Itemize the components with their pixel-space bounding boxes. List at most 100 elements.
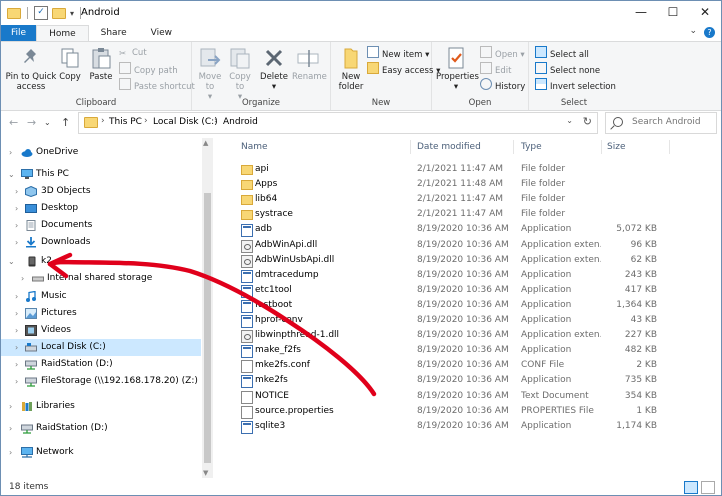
table-row[interactable]: dmtracedump 8/19/2020 10:36 AM Application…	[223, 268, 719, 283]
chevron-right-icon[interactable]: ›	[15, 234, 18, 251]
table-row[interactable]: systrace 2/1/2021 11:47 AM File folder	[223, 207, 719, 222]
table-row[interactable]: AdbWinUsbApi.dll 8/19/2020 10:36 AM Applic…	[223, 253, 719, 268]
tab-view[interactable]: View	[139, 25, 184, 41]
nav-item-filestorage-z[interactable]: › FileStorage (\\192.168.178.20) (Z:)	[1, 373, 201, 390]
table-row[interactable]: adb 8/19/2020 10:36 AM Application 5,072 KB	[223, 222, 719, 238]
delete-button[interactable]: Delete ▾	[260, 46, 288, 92]
address-history-dropdown-icon[interactable]: ⌄	[566, 116, 573, 125]
column-resize-handle[interactable]	[513, 140, 514, 154]
scroll-down-icon[interactable]: ▼	[203, 469, 208, 477]
chevron-right-icon[interactable]: ›	[15, 183, 18, 200]
column-resize-handle[interactable]	[601, 140, 602, 154]
nav-item-raidstation-d-2[interactable]: › RaidStation (D:)	[1, 420, 201, 437]
chevron-right-icon[interactable]: ›	[21, 270, 24, 287]
maximize-button[interactable]: ☐	[657, 1, 689, 23]
table-row[interactable]: AdbWinApi.dll 8/19/2020 10:36 AM Applicati…	[223, 238, 719, 253]
minimize-button[interactable]: —	[625, 1, 657, 23]
up-arrow-icon[interactable]: ↑	[61, 116, 70, 129]
paste-shortcut-button[interactable]: Paste shortcut	[119, 78, 195, 92]
column-resize-handle[interactable]	[669, 140, 670, 154]
nav-item-3d-objects[interactable]: › 3D Objects	[1, 183, 201, 200]
refresh-icon[interactable]: ↻	[583, 115, 592, 128]
chevron-down-icon[interactable]: ⌄	[8, 166, 15, 183]
chevron-right-icon[interactable]: ›	[15, 322, 18, 339]
nav-item-libraries[interactable]: › Libraries	[1, 398, 201, 415]
column-resize-handle[interactable]	[410, 140, 411, 154]
table-row[interactable]: lib64 2/1/2021 11:47 AM File folder	[223, 192, 719, 207]
easy-access-button[interactable]: Easy access ▾	[367, 62, 440, 76]
table-row[interactable]: NOTICE 8/19/2020 10:36 AM Text Document 354…	[223, 389, 719, 404]
table-row[interactable]: source.properties 8/19/2020 10:36 AM PROPE…	[223, 404, 719, 419]
move-to-button[interactable]: Move to ▾	[196, 46, 224, 102]
search-box[interactable]	[605, 112, 717, 134]
chevron-right-icon[interactable]: ›	[15, 373, 18, 390]
table-row[interactable]: api 2/1/2021 11:47 AM File folder	[223, 162, 719, 177]
table-row[interactable]: fastboot 8/19/2020 10:36 AM Application 1,3…	[223, 298, 719, 313]
column-header-type[interactable]: Type	[521, 138, 542, 156]
forward-arrow-icon[interactable]: →	[27, 116, 36, 129]
scroll-up-icon[interactable]: ▲	[203, 139, 208, 147]
nav-item-downloads[interactable]: › Downloads	[1, 234, 201, 251]
select-all-button[interactable]: Select all	[535, 46, 589, 60]
search-input[interactable]	[632, 115, 712, 129]
chevron-right-icon[interactable]: ›	[9, 144, 12, 161]
address-bar[interactable]: › This PC › Local Disk (C:) › Android ⌄ …	[78, 112, 598, 134]
large-icons-view-icon[interactable]	[701, 481, 715, 494]
nav-item-local-disk-c[interactable]: › Local Disk (C:)	[1, 339, 201, 356]
breadcrumb-chevron-icon[interactable]: ›	[214, 116, 218, 126]
tab-share[interactable]: Share	[89, 25, 139, 41]
breadcrumb-android[interactable]: Android	[223, 117, 258, 127]
table-row[interactable]: make_f2fs 8/19/2020 10:36 AM Application 48…	[223, 343, 719, 359]
new-folder-quick-icon[interactable]	[52, 7, 66, 19]
chevron-right-icon[interactable]: ›	[15, 288, 18, 305]
nav-item-desktop[interactable]: › Desktop	[1, 200, 201, 217]
open-button[interactable]: Open ▾	[480, 46, 525, 60]
new-folder-button[interactable]: New folder	[335, 46, 367, 92]
table-row[interactable]: sqlite3 8/19/2020 10:36 AM Application 1,17…	[223, 419, 719, 434]
rename-button[interactable]: Rename	[292, 46, 327, 82]
copy-to-button[interactable]: Copy to ▾	[226, 46, 254, 102]
table-row[interactable]: libwinpthread-1.dll 8/19/2020 10:36 AM App…	[223, 328, 719, 344]
nav-item-raidstation-d[interactable]: › RaidStation (D:)	[1, 356, 201, 373]
expand-ribbon-icon[interactable]: ⌄	[689, 26, 697, 36]
close-button[interactable]: ✕	[689, 1, 721, 23]
nav-item-documents[interactable]: › Documents	[1, 217, 201, 234]
chevron-right-icon[interactable]: ›	[15, 339, 18, 356]
chevron-right-icon[interactable]: ›	[9, 420, 12, 437]
nav-item-onedrive[interactable]: › OneDrive	[1, 144, 201, 161]
table-row[interactable]: etc1tool 8/19/2020 10:36 AM Application 417…	[223, 283, 719, 298]
nav-item-k2[interactable]: ⌄ k2	[1, 253, 201, 270]
chevron-right-icon[interactable]: ›	[9, 398, 12, 415]
help-icon[interactable]: ?	[704, 27, 715, 38]
copy-button[interactable]: Copy	[57, 46, 83, 82]
cut-button[interactable]: ✂ Cut	[119, 46, 147, 60]
properties-button[interactable]: Properties ▾	[436, 46, 479, 92]
column-header-size[interactable]: Size	[607, 138, 625, 156]
tab-file[interactable]: File	[1, 25, 37, 41]
nav-item-internal-shared-storage[interactable]: › Internal shared storage	[1, 270, 201, 287]
edit-button[interactable]: Edit	[480, 62, 511, 76]
breadcrumb-this-pc[interactable]: This PC	[109, 117, 142, 127]
tab-home[interactable]: Home	[36, 25, 89, 42]
chevron-right-icon[interactable]: ›	[15, 305, 18, 322]
chevron-right-icon[interactable]: ›	[15, 217, 18, 234]
table-row[interactable]: mke2fs.conf 8/19/2020 10:36 AM CONF File 2 …	[223, 358, 719, 374]
breadcrumb-chevron-icon[interactable]: ›	[101, 116, 105, 126]
nav-item-music[interactable]: › Music	[1, 288, 201, 305]
table-row[interactable]: Apps 2/1/2021 11:48 AM File folder	[223, 177, 719, 192]
history-button[interactable]: History	[480, 78, 525, 92]
column-header-date[interactable]: Date modified	[417, 138, 481, 156]
table-row[interactable]: mke2fs 8/19/2020 10:36 AM Application 735 K…	[223, 373, 719, 389]
paste-button[interactable]: Paste	[87, 46, 115, 82]
breadcrumb-chevron-icon[interactable]: ›	[144, 116, 148, 126]
pin-quick-access-button[interactable]: Pin to Quick access	[5, 46, 57, 92]
copy-path-button[interactable]: Copy path	[119, 62, 178, 76]
scrollbar-thumb[interactable]	[204, 193, 211, 463]
chevron-right-icon[interactable]: ›	[9, 444, 12, 461]
recent-locations-icon[interactable]: ⌄	[44, 118, 51, 127]
invert-selection-button[interactable]: Invert selection	[535, 78, 616, 92]
nav-item-network[interactable]: › Network	[1, 444, 201, 461]
nav-pane-scrollbar[interactable]: ▲ ▼	[202, 138, 213, 478]
back-arrow-icon[interactable]: ←	[9, 116, 18, 129]
column-header-name[interactable]: Name	[241, 138, 268, 156]
